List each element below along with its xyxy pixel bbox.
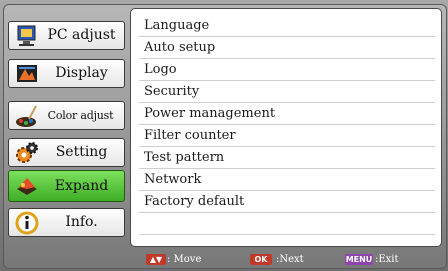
menu-item-security[interactable]: Security bbox=[144, 81, 199, 102]
display-icon bbox=[15, 62, 39, 86]
tab-setting[interactable]: Setting bbox=[8, 138, 125, 167]
color-adjust-icon bbox=[15, 104, 39, 128]
footer-hints: ▲▼ : Move OK :Next MENU :Exit bbox=[130, 253, 445, 267]
setting-icon bbox=[15, 141, 39, 165]
tab-display[interactable]: Display bbox=[8, 59, 125, 88]
menu-item-filter-counter[interactable]: Filter counter bbox=[144, 125, 236, 146]
move-hint: : Move bbox=[167, 254, 202, 265]
menu-item-test-pattern[interactable]: Test pattern bbox=[144, 147, 224, 168]
divider bbox=[139, 58, 435, 59]
menu-key-icon: MENU bbox=[345, 254, 373, 265]
tab-label: Display bbox=[55, 65, 108, 81]
menu-item-network[interactable]: Network bbox=[144, 169, 201, 190]
move-key-icon: ▲▼ bbox=[146, 254, 166, 265]
menu-item-logo[interactable]: Logo bbox=[144, 59, 177, 80]
tab-label: Color adjust bbox=[47, 109, 114, 122]
ok-key-icon: OK bbox=[250, 254, 272, 265]
menu-item-auto-setup[interactable]: Auto setup bbox=[144, 37, 215, 58]
next-hint: :Next bbox=[276, 254, 304, 265]
pc-adjust-icon bbox=[15, 24, 39, 48]
tab-label: Info. bbox=[65, 214, 98, 230]
divider bbox=[139, 212, 435, 213]
tab-label: Expand bbox=[54, 178, 109, 194]
tab-label: Setting bbox=[55, 144, 108, 160]
tab-label: PC adjust bbox=[47, 27, 116, 43]
expand-icon bbox=[15, 175, 39, 199]
tab-color-adjust[interactable]: Color adjust bbox=[8, 101, 125, 130]
divider bbox=[139, 234, 435, 235]
tab-expand[interactable]: Expand bbox=[8, 170, 125, 202]
info-icon bbox=[15, 211, 39, 235]
tab-info[interactable]: Info. bbox=[8, 208, 125, 237]
exit-hint: :Exit bbox=[375, 254, 399, 265]
tab-pc-adjust[interactable]: PC adjust bbox=[8, 21, 125, 50]
menu-panel: Language Auto setup Logo Security Power … bbox=[130, 8, 442, 247]
menu-item-power-management[interactable]: Power management bbox=[144, 103, 275, 124]
menu-item-language[interactable]: Language bbox=[144, 15, 209, 36]
menu-item-factory-default[interactable]: Factory default bbox=[144, 191, 244, 212]
